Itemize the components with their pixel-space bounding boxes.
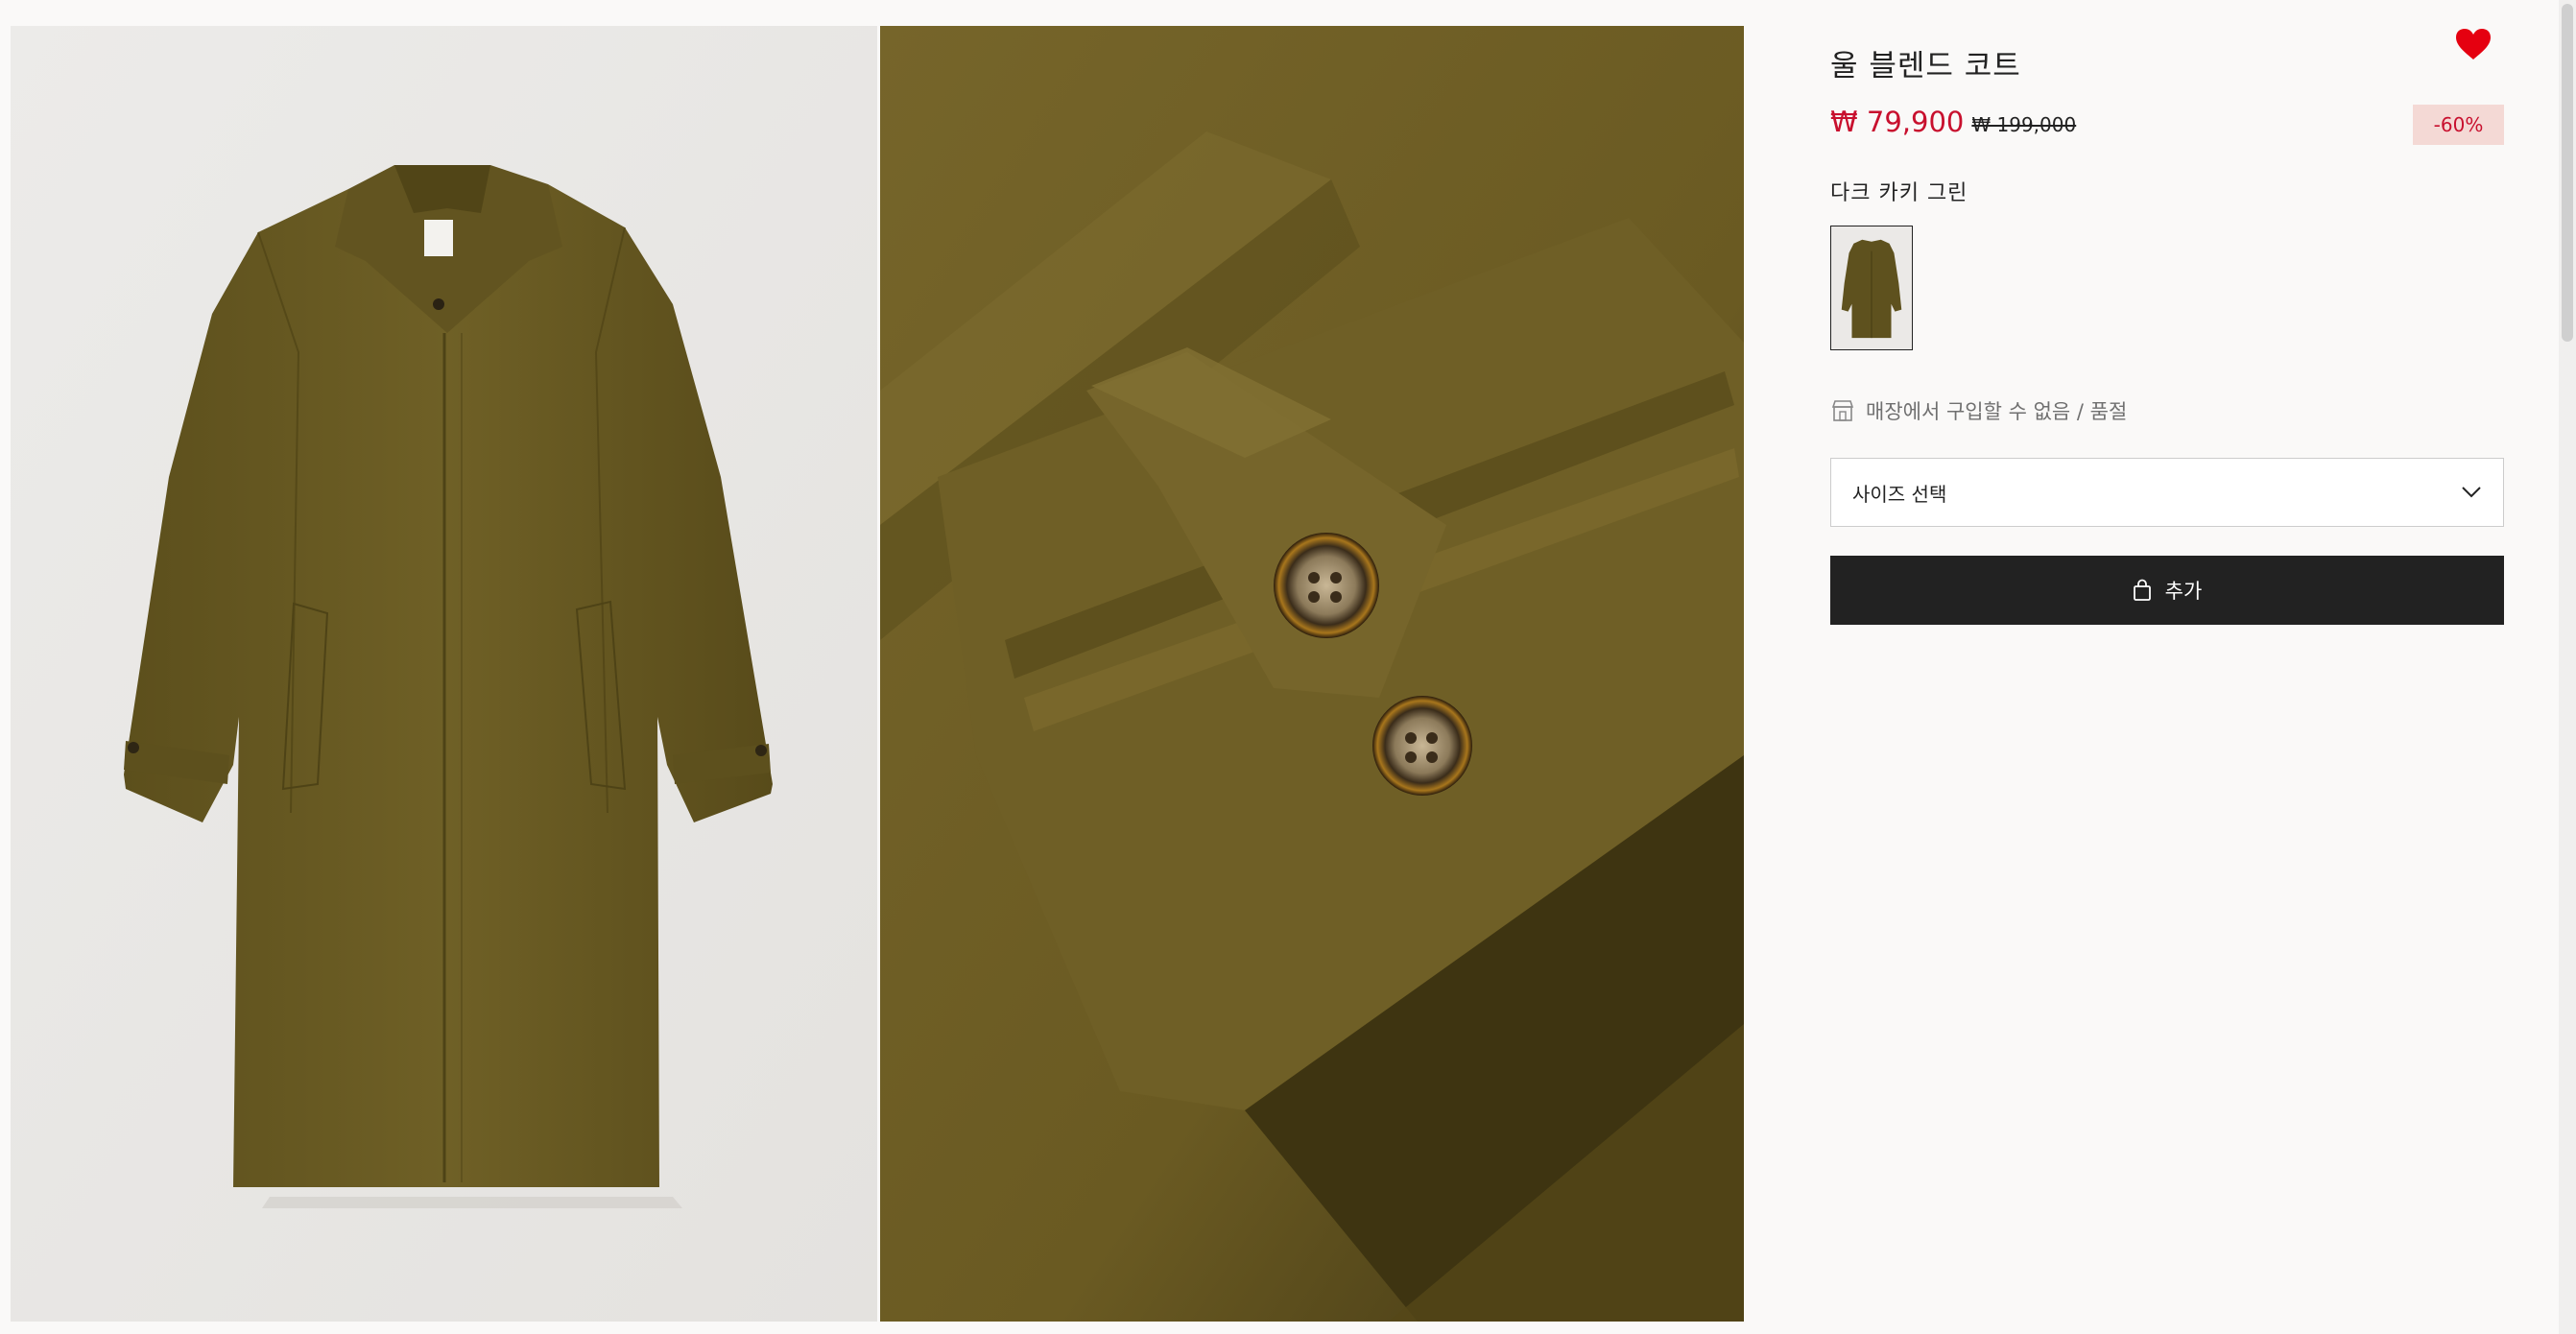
- chevron-down-icon: [2462, 487, 2481, 498]
- product-details-panel: 울 블렌드 코트 ₩ 79,900 ₩ 199,000 -60% 다크 카키 그…: [1830, 0, 2504, 1334]
- price-row: ₩ 79,900 ₩ 199,000: [1830, 106, 2076, 138]
- coat-front-illustration: [11, 26, 877, 1322]
- add-to-bag-button[interactable]: 추가: [1830, 556, 2504, 625]
- size-select-dropdown[interactable]: 사이즈 선택: [1830, 458, 2504, 527]
- favorite-button[interactable]: [2454, 27, 2493, 61]
- store-availability-text: 매장에서 구입할 수 없음 / 품절: [1866, 400, 2128, 423]
- cuff-detail-illustration: [880, 26, 1744, 1322]
- product-image-front[interactable]: [11, 26, 877, 1322]
- add-to-bag-label: 추가: [2164, 580, 2203, 603]
- product-title: 울 블렌드 코트: [1830, 48, 2021, 83]
- shopping-bag-icon: [2133, 579, 2151, 601]
- page-scrollbar[interactable]: [2559, 0, 2576, 1334]
- sale-price: ₩ 79,900: [1830, 106, 1965, 138]
- product-image-detail[interactable]: [880, 26, 1744, 1322]
- color-swatch[interactable]: [1830, 226, 1913, 350]
- store-availability: 매장에서 구입할 수 없음 / 품절: [1830, 396, 2127, 425]
- size-select-label: 사이즈 선택: [1852, 482, 1947, 506]
- scrollbar-thumb[interactable]: [2562, 4, 2573, 342]
- original-price: ₩ 199,000: [1971, 113, 2077, 136]
- color-name: 다크 카키 그린: [1830, 181, 1968, 205]
- store-icon: [1831, 400, 1854, 421]
- coat-thumbnail: [1831, 226, 1912, 349]
- discount-badge: -60%: [2413, 105, 2504, 145]
- heart-icon: [2456, 29, 2491, 60]
